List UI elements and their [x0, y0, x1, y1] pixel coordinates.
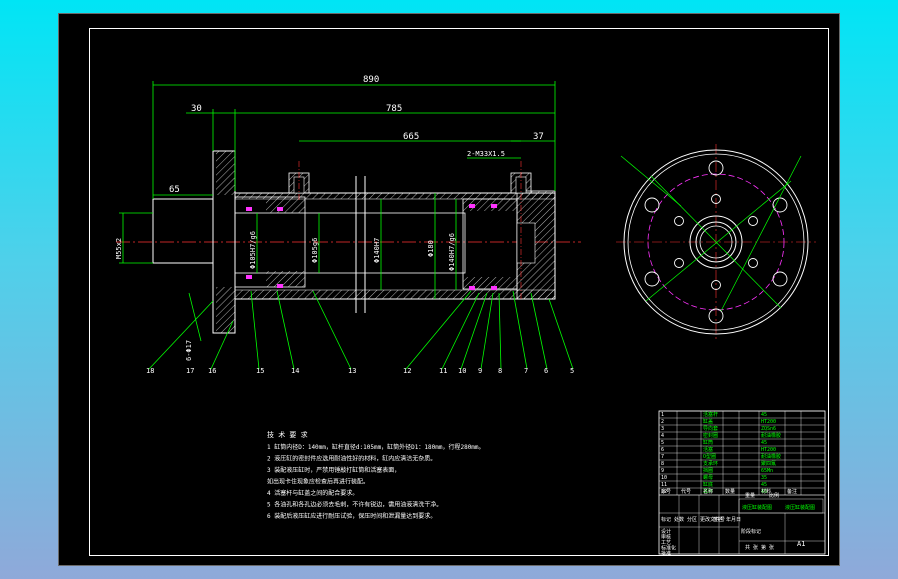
hole-callout: 6-Φ17	[185, 340, 193, 361]
note-line: 1 缸筒内径D：140mm，缸杆直径d:105mm，缸筒外径D1：180mm，行…	[267, 443, 485, 451]
parts-list-index: 7	[661, 454, 664, 460]
parts-list-name: 活塞杆	[703, 411, 718, 418]
dim-outer: Φ180	[427, 240, 435, 257]
note-line: 6 装配后液压缸应进行耐压试验，保压时间和泄漏量达到要求。	[267, 512, 436, 520]
dim-thread-ports: 2-M33X1.5	[467, 150, 505, 158]
parts-list-material: HT200	[761, 447, 776, 453]
flange-end-view	[616, 144, 816, 341]
dim-total-length: 890	[363, 75, 379, 85]
parts-list-header: 代号	[681, 488, 691, 495]
part-balloon: 16	[208, 367, 216, 375]
parts-list-name: 挡圈	[703, 467, 713, 474]
parts-list-material: 耐油橡胶	[761, 432, 781, 439]
parts-list-material: 耐油橡胶	[761, 453, 781, 460]
revision-header: 签名	[713, 516, 723, 523]
parts-list-index: 8	[661, 461, 664, 467]
parts-list-name: 缸筒	[703, 439, 713, 446]
part-number-labels: 18 17 16 15 14 13 12 11 10 9 8 7 6 5	[146, 367, 574, 375]
parts-list-name: 缸底	[703, 481, 713, 488]
title-block-code: A1	[797, 540, 805, 548]
title-block-drawing-name: 液压缸装配图	[785, 504, 815, 511]
parts-list-name: 活塞	[703, 446, 713, 453]
title-block-drawing-name-2: 液压缸装配图	[742, 504, 772, 511]
parts-list-index: 11	[661, 482, 667, 488]
revision-header: 年月日	[726, 516, 741, 523]
parts-list-material: 45	[761, 482, 767, 488]
part-balloon: 15	[256, 367, 264, 375]
revision-header: 处数	[674, 516, 684, 523]
dim-body-length: 785	[386, 104, 402, 114]
note-line: 3 装配液压缸时，严禁用锤敲打缸筒和活塞表面，	[267, 466, 400, 474]
parts-list-header: 序号	[661, 488, 671, 495]
parts-list-material: 45	[761, 412, 767, 418]
note-line: 5 各油孔和各孔边必须去毛刺，不许有锐边，需用油液清洗干净。	[267, 501, 442, 509]
part-balloon: 14	[291, 367, 299, 375]
rod-end	[152, 198, 214, 264]
flange-dimension-leaders	[620, 155, 802, 312]
part-balloon: 9	[478, 367, 482, 375]
parts-list-name: 密封圈	[703, 432, 718, 439]
dim-port-end: 37	[533, 132, 544, 142]
notes-title: 技 术 要 求	[267, 430, 308, 439]
parts-list-name: O型圈	[703, 453, 716, 460]
part-balloon: 17	[186, 367, 194, 375]
title-block-sheet: 共 张 第 张	[745, 544, 774, 551]
parts-list-index: 1	[661, 412, 664, 418]
part-balloon: 6	[544, 367, 548, 375]
dim-piston-fit: Φ140H7/g6	[448, 233, 456, 271]
parts-list-material: HT200	[761, 419, 776, 425]
parts-list-index: 10	[661, 475, 667, 481]
note-line: 2 液压缸的密封件应选用耐油性好的材料，缸内应清洁无杂质。	[267, 455, 436, 463]
cad-drawing: 890 30 785 665 37 2-M33X1.5 65 M55x2 Φ10…	[115, 75, 826, 557]
parts-list-index: 2	[661, 419, 664, 425]
note-line: 4 活塞杆与缸盖之间的配合要求。	[267, 489, 358, 497]
parts-list-material: 聚四氟	[761, 460, 776, 467]
note-line: 如出现卡住现象应检查后再进行装配。	[267, 478, 369, 486]
parts-list-name: 螺母	[703, 474, 713, 481]
technical-notes: 技 术 要 求 1 缸筒内径D：140mm，缸杆直径d:105mm，缸筒外径D1…	[267, 430, 485, 520]
part-balloon: 10	[458, 367, 466, 375]
signature-role: 批准	[661, 550, 671, 557]
part-balloon: 7	[524, 367, 528, 375]
parts-list-name: 支承环	[703, 460, 718, 467]
parts-list-material: 65Mn	[761, 468, 773, 474]
title-block-stage: 阶段标记	[741, 528, 761, 535]
part-balloon: 11	[439, 367, 447, 375]
title-block-scale: 比例	[769, 492, 779, 499]
parts-list-index: 6	[661, 447, 664, 453]
part-balloon: 8	[498, 367, 502, 375]
revision-header: 分区	[687, 516, 697, 523]
part-balloon: 5	[570, 367, 574, 375]
piston	[462, 198, 518, 290]
dim-rod-fit: Φ105H7/g6	[249, 231, 257, 269]
parts-list-index: 4	[661, 433, 664, 439]
dim-rod-extension: 65	[169, 185, 180, 195]
parts-list-material: 35	[761, 475, 767, 481]
dim-bore: Φ140H7	[373, 238, 381, 263]
dimension-lines	[119, 81, 574, 370]
parts-list-index: 3	[661, 426, 664, 432]
parts-list-name: 缸盖	[703, 418, 713, 425]
parts-list-header: 备注	[787, 488, 797, 495]
parts-list-material: ZQSn6	[761, 426, 776, 432]
dim-rod-thread: M55x2	[115, 238, 123, 259]
parts-list-header: 数量	[725, 488, 735, 495]
parts-list-header: 名称	[703, 488, 713, 495]
part-balloon: 13	[348, 367, 356, 375]
revision-header: 标记	[661, 516, 671, 523]
drawing-sheet: 890 30 785 665 37 2-M33X1.5 65 M55x2 Φ10…	[58, 13, 840, 566]
dim-port-distance: 665	[403, 132, 419, 142]
parts-list-index: 5	[661, 440, 664, 446]
parts-list-material: 45	[761, 440, 767, 446]
part-balloon: 18	[146, 367, 154, 375]
parts-list-index: 9	[661, 468, 664, 474]
parts-list-name: 导向套	[703, 425, 718, 432]
part-balloon: 12	[403, 367, 411, 375]
title-block-weight: 重量	[745, 492, 755, 499]
cylinder-section-view	[116, 81, 581, 370]
dim-flange-offset: 30	[191, 104, 202, 114]
title-block: 1 活塞杆 452 缸盖 HT2003 导向套 ZQSn64 密封圈 耐油橡胶5 缸筒 456 活塞 H…	[658, 410, 826, 557]
dim-rod-dia: Φ105g6	[311, 238, 319, 263]
